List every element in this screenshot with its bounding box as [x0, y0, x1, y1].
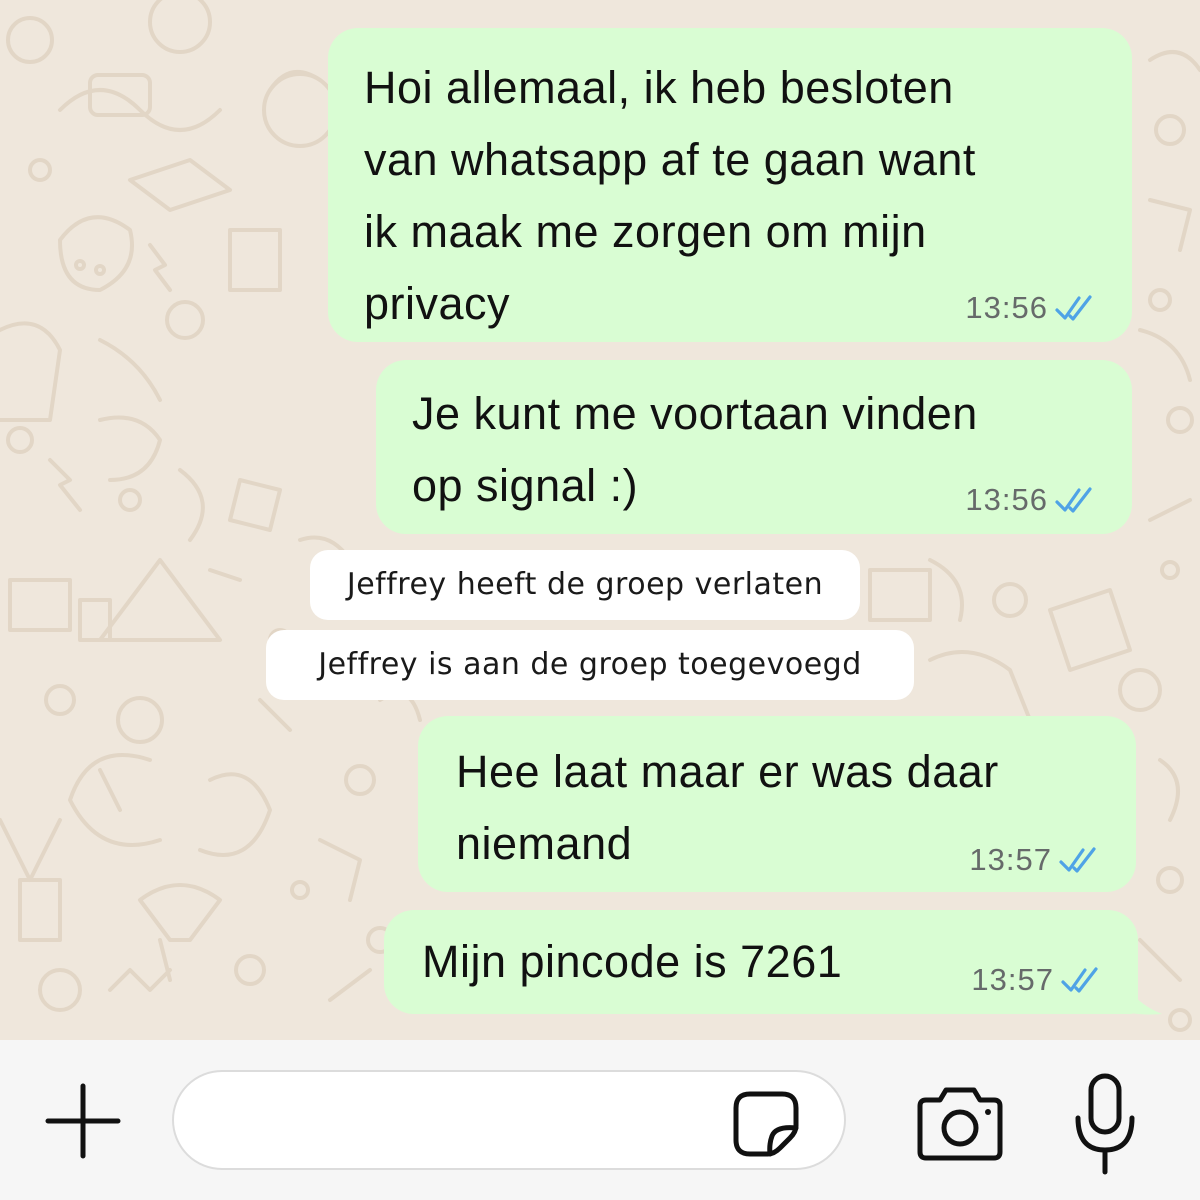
message-meta: 13:57	[969, 842, 1102, 878]
sticker-icon[interactable]	[730, 1088, 802, 1160]
bubble-tail	[1118, 964, 1162, 1015]
message-meta: 13:57	[971, 962, 1104, 998]
chat-area[interactable]: Hoi allemaal, ik heb besloten van whatsa…	[0, 0, 1200, 1040]
plus-icon[interactable]	[42, 1080, 124, 1162]
message-timestamp: 13:56	[965, 290, 1048, 325]
double-check-read-icon	[1055, 295, 1092, 321]
double-check-read-icon	[1061, 967, 1098, 993]
double-check-read-icon	[1055, 487, 1092, 513]
outgoing-message[interactable]: Mijn pincode is 7261 13:57	[384, 910, 1138, 1014]
message-timestamp: 13:56	[965, 482, 1048, 517]
double-check-read-icon	[1059, 847, 1096, 873]
message-meta: 13:56	[965, 290, 1098, 326]
message-text-line: van whatsapp af te gaan want	[364, 134, 976, 185]
camera-icon[interactable]	[912, 1080, 1008, 1168]
outgoing-message[interactable]: Je kunt me voortaan vinden op signal :) …	[376, 360, 1132, 534]
microphone-icon[interactable]	[1070, 1070, 1140, 1180]
outgoing-message[interactable]: Hoi allemaal, ik heb besloten van whatsa…	[328, 28, 1132, 342]
system-notice-text: Jeffrey is aan de groep toegevoegd	[318, 647, 862, 682]
message-text-line: ik maak me zorgen om mijn	[364, 206, 927, 257]
system-notice: Jeffrey is aan de groep toegevoegd	[266, 630, 914, 700]
message-timestamp: 13:57	[969, 842, 1052, 877]
message-meta: 13:56	[965, 482, 1098, 518]
system-notice-text: Jeffrey heeft de groep verlaten	[346, 567, 824, 602]
message-composer	[0, 1040, 1200, 1200]
message-text-line: Hoi allemaal, ik heb besloten	[364, 62, 954, 113]
message-text-line: Je kunt me voortaan vinden	[412, 388, 978, 439]
outgoing-message[interactable]: Hee laat maar er was daar niemand 13:57	[418, 716, 1136, 892]
message-timestamp: 13:57	[971, 962, 1054, 997]
system-notice: Jeffrey heeft de groep verlaten	[310, 550, 860, 620]
message-text-line: Hee laat maar er was daar	[456, 746, 999, 797]
